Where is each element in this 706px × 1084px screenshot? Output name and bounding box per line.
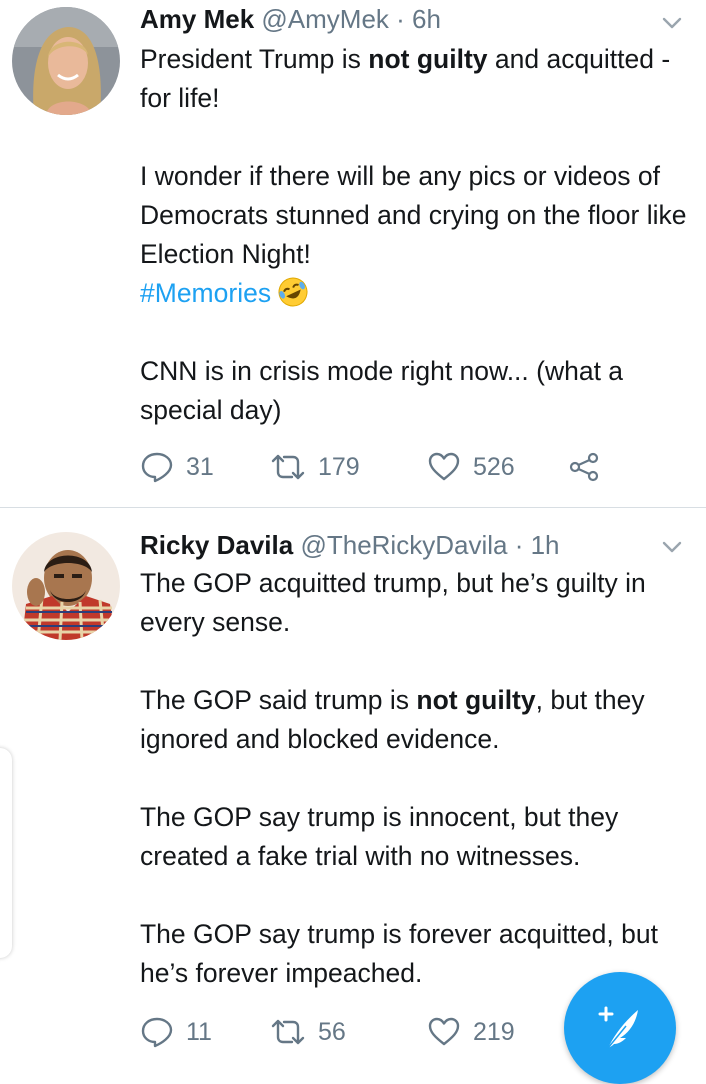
- reply-button[interactable]: 11: [140, 1014, 212, 1050]
- timestamp[interactable]: 1h: [531, 530, 560, 560]
- tweet-paragraph: I wonder if there will be any pics or vi…: [140, 157, 700, 313]
- retweet-count: 179: [318, 452, 360, 481]
- tweet-paragraph: President Trump is not guilty and acquit…: [140, 40, 700, 118]
- text-run: I wonder if there will be any pics or vi…: [140, 161, 687, 269]
- like-count: 219: [473, 1017, 515, 1046]
- avatar[interactable]: [12, 7, 120, 115]
- reply-count: 31: [186, 452, 214, 481]
- like-button[interactable]: 219: [427, 1014, 515, 1050]
- tweet-text: President Trump is not guilty and acquit…: [140, 40, 700, 430]
- like-button[interactable]: 526: [427, 449, 515, 485]
- tweet-text: The GOP acquitted trump, but he’s guilty…: [140, 564, 700, 993]
- retweet-icon: [270, 1015, 306, 1049]
- retweet-button[interactable]: 179: [270, 449, 360, 485]
- rolling-on-the-floor-laughing-emoji: [277, 276, 309, 308]
- reply-count: 11: [186, 1017, 212, 1046]
- bold-text: not guilty: [368, 44, 488, 74]
- like-count: 526: [473, 452, 515, 481]
- separator-dot: ·: [396, 4, 405, 34]
- author-name[interactable]: Amy Mek: [140, 4, 254, 34]
- bold-text: not guilty: [416, 685, 536, 715]
- reply-button[interactable]: 31: [140, 449, 214, 485]
- side-panel-edge[interactable]: [0, 748, 12, 958]
- share-button[interactable]: [568, 449, 600, 485]
- share-icon: [568, 451, 600, 483]
- tweet-paragraph: CNN is in crisis mode right now... (what…: [140, 352, 700, 430]
- tweet[interactable]: Amy Mek @AmyMek · 6h President Trump is …: [0, 0, 706, 507]
- text-run: The GOP say trump is forever acquitted, …: [140, 919, 658, 988]
- tweet-header: Amy Mek @AmyMek · 6h: [140, 2, 441, 36]
- chevron-down-icon[interactable]: [662, 540, 682, 554]
- hashtag-link[interactable]: #Memories: [140, 278, 271, 308]
- author-name[interactable]: Ricky Davila: [140, 530, 293, 560]
- text-run: The GOP acquitted trump, but he’s guilty…: [140, 568, 646, 637]
- author-handle[interactable]: @AmyMek: [261, 4, 389, 34]
- author-handle[interactable]: @TheRickyDavila: [300, 530, 507, 560]
- text-run: The GOP said trump is: [140, 685, 417, 715]
- retweet-count: 56: [318, 1017, 346, 1046]
- avatar[interactable]: [12, 532, 120, 640]
- separator-dot: ·: [514, 530, 524, 560]
- text-run: The GOP say trump is innocent, but they …: [140, 802, 619, 871]
- chevron-down-icon[interactable]: [662, 16, 682, 30]
- retweet-icon: [270, 450, 306, 484]
- heart-icon: [427, 1015, 461, 1049]
- timestamp[interactable]: 6h: [412, 4, 441, 34]
- heart-icon: [427, 450, 461, 484]
- tweet-paragraph: The GOP acquitted trump, but he’s guilty…: [140, 564, 700, 642]
- text-run: CNN is in crisis mode right now... (what…: [140, 356, 624, 425]
- tweet-paragraph: The GOP said trump is not guilty, but th…: [140, 681, 700, 759]
- retweet-button[interactable]: 56: [270, 1014, 346, 1050]
- tweet-actions: 31 179 526: [140, 449, 620, 485]
- tweet-actions: 11 56 219: [140, 1014, 620, 1050]
- text-run: President Trump is: [140, 44, 369, 74]
- tweet-paragraph: The GOP say trump is innocent, but they …: [140, 798, 700, 876]
- reply-icon: [140, 450, 174, 484]
- reply-icon: [140, 1015, 174, 1049]
- compose-tweet-button[interactable]: [564, 972, 676, 1084]
- tweet-header: Ricky Davila @TheRickyDavila · 1h: [140, 528, 560, 562]
